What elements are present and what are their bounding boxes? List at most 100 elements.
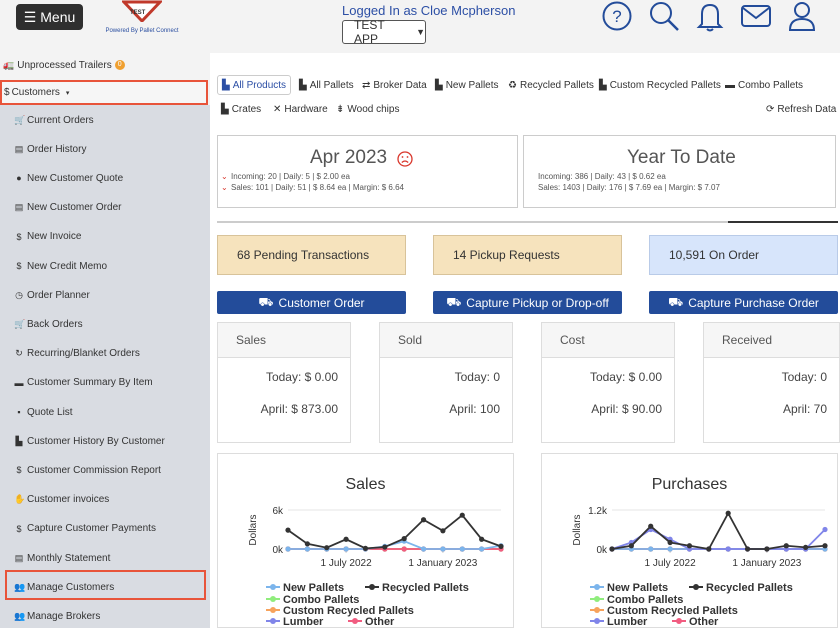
sidebar-item-new-customer-quote[interactable]: ● New Customer Quote: [14, 166, 123, 190]
point-recycled-pallets: [667, 539, 673, 546]
sidebar-item-customer-summary-by-item[interactable]: ▬ Customer Summary By Item: [14, 371, 153, 395]
pallet-icon: ▬: [14, 377, 24, 388]
sidebar-item-manage-brokers[interactable]: 👥 Manage Brokers: [14, 604, 100, 628]
file-icon: ▤: [14, 143, 24, 154]
tab-wood-chips[interactable]: ⇟ Wood chips: [336, 99, 399, 119]
tab-hardware[interactable]: ✕ Hardware: [273, 99, 328, 119]
tab-new-pallets[interactable]: ▙ New Pallets: [435, 75, 499, 95]
point-recycled-pallets: [706, 546, 712, 552]
sidebar-item-new-customer-order[interactable]: ▤ New Customer Order: [14, 196, 122, 220]
legend-item[interactable]: Lumber: [283, 616, 324, 628]
app-select[interactable]: TEST APP ▼: [342, 18, 426, 46]
repeat-icon: ↻: [15, 348, 23, 359]
point-recycled-pallets: [498, 543, 504, 549]
legend-item[interactable]: Other: [689, 616, 719, 628]
sidebar-item-customer-history-by-customer[interactable]: ▙ Customer History By Customer: [14, 429, 165, 453]
legend-marker: [676, 618, 682, 624]
sidebar-item-customers[interactable]: $ Customers ▾: [0, 80, 208, 105]
series-line-recycled-pallets: [611, 511, 826, 550]
legend-item[interactable]: New Pallets: [283, 582, 344, 594]
pending-transactions-box[interactable]: 68 Pending Transactions: [217, 235, 406, 275]
tab-all-products[interactable]: ▙ All Products: [217, 75, 292, 95]
legend-item[interactable]: Lumber: [607, 616, 648, 628]
sidebar-item-customer-commission-report[interactable]: $ Customer Commission Report: [14, 458, 160, 482]
pickup-requests-box[interactable]: 14 Pickup Requests: [433, 235, 622, 275]
pickup-requests-label: 14 Pickup Requests: [453, 248, 560, 262]
tab-crates[interactable]: ▙ Crates: [221, 99, 261, 119]
tab-all-pallets[interactable]: ▙ All Pallets: [299, 75, 354, 95]
tab-broker-data[interactable]: ⇄ Broker Data: [362, 75, 427, 95]
capture-purchase-button[interactable]: ⛟ Capture Purchase Order: [649, 291, 838, 314]
bell-icon[interactable]: [694, 0, 726, 32]
point-other: [401, 546, 407, 552]
sidebar-item-back-orders[interactable]: 🛒 Back Orders: [14, 312, 83, 336]
sidebar-item-label: Order Planner: [27, 289, 90, 301]
legend-item[interactable]: New Pallets: [607, 582, 668, 594]
menu-button[interactable]: ☰ Menu: [16, 4, 83, 30]
sidebar-item-new-credit-memo[interactable]: $ New Credit Memo: [14, 254, 107, 278]
sidebar-item-current-orders[interactable]: 🛒 Current Orders: [14, 108, 94, 132]
customer-order-button[interactable]: ⛟ Customer Order: [217, 291, 406, 314]
sidebar-item-unprocessed-trailers[interactable]: 🚛 Unprocessed Trailers 0: [0, 53, 210, 77]
metric-card-received: Received Today: 0 April: 70: [703, 322, 840, 443]
tab-label: All Pallets: [309, 79, 354, 91]
ytd-title: Year To Date: [627, 147, 736, 168]
sidebar-item-order-planner[interactable]: ◷ Order Planner: [14, 283, 90, 307]
point-recycled-pallets: [783, 543, 789, 549]
point-recycled-pallets: [803, 544, 809, 550]
capture-pickup-button[interactable]: ⛟ Capture Pickup or Drop-off: [433, 291, 622, 314]
point-recycled-pallets: [744, 546, 751, 552]
sidebar-item-label: New Customer Order: [27, 202, 122, 214]
legend-item[interactable]: Other: [365, 616, 395, 628]
point-recycled-pallets: [459, 512, 465, 518]
legend-marker: [270, 584, 276, 590]
help-icon[interactable]: ?: [601, 0, 633, 32]
capture-purchase-label: Capture Purchase Order: [688, 295, 819, 310]
pallet-connect-logo[interactable]: TEST Powered By Pallet Connect: [100, 0, 184, 38]
sidebar-item-label: Order History: [27, 143, 87, 155]
refresh-icon: ⟳: [766, 103, 775, 115]
sidebar-item-capture-customer-payments[interactable]: $ Capture Customer Payments: [14, 517, 155, 541]
point-recycled-pallets: [822, 543, 828, 549]
legend-marker: [594, 618, 600, 624]
sidebar-item-label: Quote List: [27, 406, 73, 418]
sidebar-item-order-history[interactable]: ▤ Order History: [14, 137, 87, 161]
metric-today: Today: $ 0.00: [589, 370, 662, 384]
legend-item[interactable]: Recycled Pallets: [706, 582, 793, 594]
x-tick-label: 1 January 2023: [408, 558, 477, 569]
sidebar-item-recurring-blanket-orders[interactable]: ↻ Recurring/Blanket Orders: [14, 342, 140, 366]
search-icon[interactable]: [648, 0, 680, 32]
sidebar-item-quote-list[interactable]: ▪ Quote List: [14, 400, 73, 424]
tab-combo-pallets[interactable]: ▬ Combo Pallets: [725, 75, 803, 95]
count-badge: 0: [114, 60, 125, 70]
sidebar-item-label: Customer History By Customer: [27, 435, 165, 447]
tab-recycled-pallets[interactable]: ♻ Recycled Pallets: [508, 75, 594, 95]
dollar-icon: $: [4, 87, 10, 98]
month-summary-card: Apr 2023 ⌄ Incoming: 20 | Daily: 5 | $ 2…: [217, 135, 518, 208]
truck-icon: ⛟: [446, 294, 462, 309]
hand-icon: ✋: [14, 494, 26, 505]
point-new-pallets: [667, 546, 673, 552]
legend-marker: [594, 584, 600, 590]
sidebar-item-label: Customer invoices: [27, 494, 110, 506]
chart-icon: ▙: [435, 79, 443, 91]
point-new-pallets: [459, 546, 465, 552]
y-tick-label: 0k: [272, 545, 284, 556]
sidebar-item-monthly-statement[interactable]: ▤ Monthly Statement: [14, 546, 111, 570]
on-order-box[interactable]: 10,591 On Order: [649, 235, 838, 275]
y-tick-label: 1.2k: [588, 506, 608, 517]
point-new-pallets: [304, 546, 310, 552]
chart-icon: ▙: [599, 79, 607, 91]
truck-icon: ⛟: [668, 294, 684, 309]
tab-label: Recycled Pallets: [519, 79, 594, 91]
point-recycled-pallets: [304, 541, 310, 547]
x-tick-label: 1 January 2023: [732, 558, 801, 569]
sidebar-item-new-invoice[interactable]: $ New Invoice: [14, 225, 81, 249]
mail-icon[interactable]: [740, 0, 772, 32]
refresh-data-button[interactable]: ⟳ Refresh Data: [766, 99, 836, 119]
tab-custom-recycled-pallets[interactable]: ▙ Custom Recycled Pallets: [599, 75, 721, 95]
sidebar-item-customer-invoices[interactable]: ✋ Customer invoices: [14, 488, 109, 512]
legend-item[interactable]: Recycled Pallets: [382, 582, 469, 594]
users-icon: 👥: [14, 610, 26, 621]
user-icon[interactable]: [786, 0, 818, 32]
